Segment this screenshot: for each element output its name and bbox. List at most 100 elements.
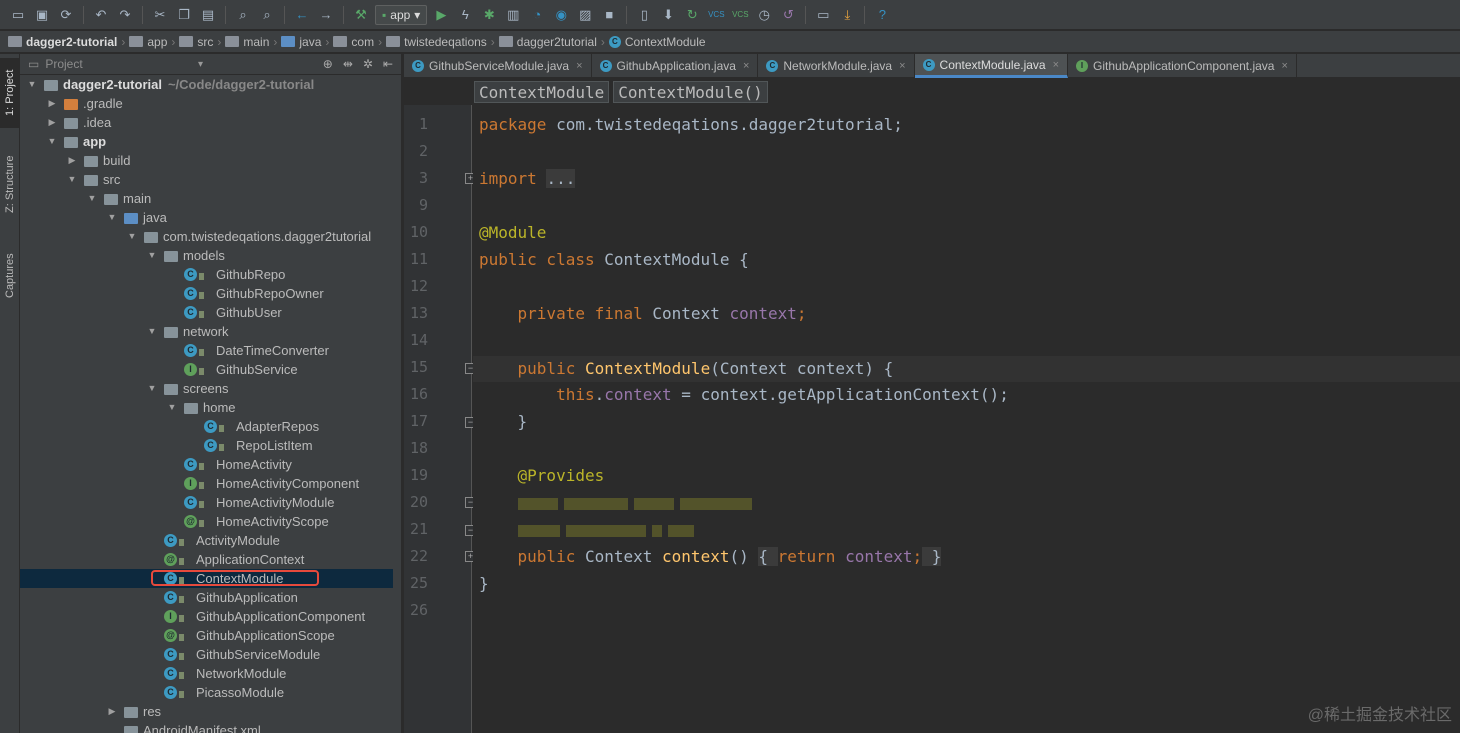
tree-item[interactable]: C GithubRepo [20,265,401,284]
tree-item[interactable]: ▼ screens [20,379,401,398]
back-icon[interactable]: ← [292,5,312,25]
vcs-sync-icon[interactable]: ↻ [682,5,702,25]
editor-tab[interactable]: C ContextModule.java × [914,54,1069,78]
tree-item[interactable]: ▼ com.twistedeqations.dagger2tutorial [20,227,401,246]
close-icon[interactable]: × [899,60,905,72]
folded-code[interactable]: { [758,547,778,566]
profile-icon[interactable]: ▥ [503,5,523,25]
tab-captures[interactable]: Captures [0,242,20,310]
monitor-icon[interactable]: ▨ [575,5,595,25]
tree-item[interactable]: ▼ models [20,246,401,265]
chevron-down-icon[interactable]: ▾ [198,59,203,70]
expanded-arrow-icon[interactable]: ▼ [66,170,78,189]
folded-code[interactable]: ... [546,169,576,188]
tree-item[interactable]: C AdapterRepos [20,417,401,436]
breadcrumb-item[interactable]: C ContextModule [608,35,706,49]
undo-icon[interactable]: ↶ [91,5,111,25]
tree-item[interactable]: AndroidManifest.xml [20,721,401,733]
apply-changes-icon[interactable]: ϟ [455,5,475,25]
close-icon[interactable]: × [1053,59,1059,71]
tree-item[interactable]: ▼ java [20,208,401,227]
breadcrumb-item[interactable]: com [333,35,374,49]
editor-tab[interactable]: C GithubServiceModule.java × [404,54,592,78]
sync-icon[interactable]: ⟳ [56,5,76,25]
stop-icon[interactable]: ■ [599,5,619,25]
tree-item[interactable]: I GithubService [20,360,401,379]
tree-item[interactable]: C GithubApplication [20,588,401,607]
collapsed-arrow-icon[interactable]: ▶ [46,94,58,113]
editor-crumb-method[interactable]: ContextModule() [613,81,768,103]
tree-item[interactable]: I HomeActivityComponent [20,474,401,493]
target-icon[interactable]: ⊕ [323,57,333,71]
expanded-arrow-icon[interactable]: ▼ [146,322,158,341]
close-icon[interactable]: × [576,60,582,72]
device-icon[interactable]: ▯ [634,5,654,25]
layout-icon[interactable]: ▭ [813,5,833,25]
tree-item[interactable]: C ActivityModule [20,531,401,550]
replace-icon[interactable]: ⌕ [257,5,277,25]
editor-tab[interactable]: C GithubApplication.java × [592,54,759,78]
breadcrumb-item[interactable]: dagger2tutorial [498,35,597,49]
redo-icon[interactable]: ↷ [115,5,135,25]
project-view-selector[interactable]: Project [45,57,82,71]
revert-icon[interactable]: ↺ [778,5,798,25]
tree-item[interactable]: C HomeActivity [20,455,401,474]
tree-item[interactable]: C NetworkModule [20,664,401,683]
editor-tab[interactable]: C NetworkModule.java × [758,54,915,78]
expanded-arrow-icon[interactable]: ▼ [146,246,158,265]
tab-project[interactable]: 1: Project [0,58,20,128]
run-icon[interactable]: ▶ [431,5,451,25]
expanded-arrow-icon[interactable]: ▼ [46,132,58,151]
tree-item[interactable]: @ ApplicationContext [20,550,401,569]
attach-debugger-icon[interactable]: ◉ [551,5,571,25]
breadcrumb-item[interactable]: java [281,35,321,49]
breadcrumb-item[interactable]: src [179,35,213,49]
tree-item[interactable]: C GithubServiceModule [20,645,401,664]
copy-icon[interactable]: ❐ [174,5,194,25]
project-icon[interactable]: ▭ [8,5,28,25]
breadcrumb-item[interactable]: app [129,35,167,49]
build-icon[interactable]: ⚒ [351,5,371,25]
folded-code[interactable]: } [922,547,942,566]
find-icon[interactable]: ⌕ [233,5,253,25]
paste-icon[interactable]: ▤ [198,5,218,25]
expanded-arrow-icon[interactable]: ▼ [26,75,38,94]
tab-structure[interactable]: Z: Structure [0,144,20,224]
vcs-commit-icon[interactable]: VCS [730,5,750,25]
tree-item[interactable]: ▼ src [20,170,401,189]
tree-item[interactable]: ▼ app [20,132,401,151]
tree-item[interactable]: C GithubRepoOwner [20,284,401,303]
gear-icon[interactable]: ✲ [363,57,373,71]
save-all-icon[interactable]: ▣ [32,5,52,25]
tree-item[interactable]: C DateTimeConverter [20,341,401,360]
tree-item[interactable]: ▶ .gradle [20,94,401,113]
tree-item[interactable]: ▶ res [20,702,401,721]
tree-item[interactable]: ▶ .idea [20,113,401,132]
gauge-icon[interactable]: ◔ [527,5,547,25]
breadcrumb-item[interactable]: main [225,35,269,49]
tree-item[interactable]: ▼ home [20,398,401,417]
tree-item[interactable]: C ContextModule [20,569,401,588]
editor-crumb-class[interactable]: ContextModule [474,81,610,103]
help-icon[interactable]: ? [872,5,892,25]
forward-icon[interactable]: → [316,5,336,25]
tree-item[interactable]: @ GithubApplicationScope [20,626,401,645]
tree-item[interactable]: ▼ network [20,322,401,341]
hide-icon[interactable]: ⇤ [383,57,393,71]
breadcrumb-item[interactable]: dagger2-tutorial [8,35,117,49]
tree-item[interactable]: C PicassoModule [20,683,401,702]
scrollbar[interactable] [393,75,401,733]
collapse-icon[interactable]: ⇹ [343,57,353,71]
run-config-dropdown[interactable]: ▪ app ▾ [375,4,428,25]
tree-item[interactable]: @ HomeActivityScope [20,512,401,531]
expanded-arrow-icon[interactable]: ▼ [146,379,158,398]
expanded-arrow-icon[interactable]: ▼ [86,189,98,208]
tree-item[interactable]: C GithubUser [20,303,401,322]
download-icon[interactable]: ⤓ [837,5,857,25]
sdk-manager-icon[interactable]: ⬇ [658,5,678,25]
vcs-history-icon[interactable]: ◷ [754,5,774,25]
expanded-arrow-icon[interactable]: ▼ [166,398,178,417]
collapsed-arrow-icon[interactable]: ▶ [66,151,78,170]
breadcrumb-item[interactable]: twistedeqations [386,35,487,49]
expanded-arrow-icon[interactable]: ▼ [126,227,138,246]
